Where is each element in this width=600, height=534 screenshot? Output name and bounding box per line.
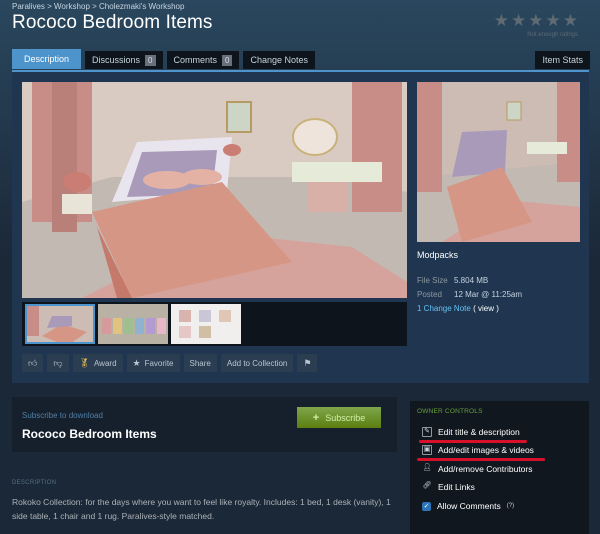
owner-controls: OWNER CONTROLS ✎ Edit title & descriptio…	[410, 401, 589, 534]
tab-discussions[interactable]: Discussions 0	[85, 51, 163, 69]
image-icon: ▣	[422, 445, 432, 455]
thumbnail[interactable]	[171, 304, 241, 344]
breadcrumb[interactable]: Paralives > Workshop > Cholezmaki's Work…	[12, 2, 184, 11]
edit-title-label: Edit title & description	[438, 427, 520, 437]
tab-label: Change Notes	[250, 55, 309, 65]
edit-icon: ✎	[422, 427, 432, 437]
change-note-link[interactable]: 1 Change Note ( view )	[417, 304, 499, 313]
favorite-button[interactable]: ★ Favorite	[126, 354, 180, 372]
red-highlight-underline	[417, 458, 545, 461]
page-title: Rococo Bedroom Items	[12, 12, 213, 33]
subscribe-button[interactable]: + Subscribe	[297, 407, 381, 428]
tab-label: Discussions	[92, 55, 141, 65]
link-icon: 🔗︎	[422, 482, 432, 489]
share-label: Share	[189, 358, 211, 368]
checkbox-checked-icon[interactable]: ✓	[422, 501, 431, 511]
plus-icon: +	[312, 411, 320, 424]
edit-images-label: Add/edit images & videos	[438, 445, 534, 455]
rating-note: Not enough ratings	[527, 32, 578, 38]
star-icon: ★	[493, 11, 509, 30]
workshop-page: Paralives > Workshop > Cholezmaki's Work…	[0, 0, 600, 534]
flag-icon: ⚑	[303, 357, 312, 368]
edit-images-link[interactable]: ▣ Add/edit images & videos	[422, 445, 534, 455]
view-link[interactable]: view	[478, 304, 494, 313]
allow-comments-label: Allow Comments	[437, 501, 501, 511]
tab-change-notes[interactable]: Change Notes	[243, 51, 316, 69]
count-badge: 0	[145, 54, 156, 66]
subscribe-button-label: Subscribe	[325, 412, 366, 423]
action-bar: 👍︎ 👎︎ 🏅︎ Award ★ Favorite Share Add to Col…	[22, 354, 318, 372]
allow-comments-toggle[interactable]: ✓ Allow Comments (?)	[422, 501, 514, 511]
add-to-collection-button[interactable]: Add to Collection	[220, 354, 294, 372]
view-close-paren: )	[496, 304, 499, 313]
red-highlight-underline	[419, 440, 527, 443]
main-preview-image[interactable]	[22, 82, 407, 298]
subscribe-label: Subscribe to download	[22, 411, 103, 420]
edit-title-link[interactable]: ✎ Edit title & description	[422, 427, 520, 437]
subscribe-title: Rococo Bedroom Items	[22, 427, 157, 441]
owner-controls-title: OWNER CONTROLS	[417, 408, 483, 415]
side-preview-image[interactable]	[417, 82, 580, 242]
posted-row: Posted 12 Mar @ 11:25am	[417, 290, 522, 299]
award-label: Award	[93, 358, 117, 368]
help-icon[interactable]: (?)	[507, 503, 514, 509]
description-heading: DESCRIPTION	[12, 480, 57, 486]
share-button[interactable]: Share	[183, 354, 217, 372]
award-button[interactable]: 🏅︎ Award	[72, 354, 123, 372]
count-badge: 0	[222, 54, 233, 66]
file-size-value: 5.804 MB	[454, 276, 489, 285]
star-icon: ★	[545, 11, 561, 30]
rating-stars: ★ ★ ★ ★ ★	[494, 12, 578, 29]
star-icon: ★	[562, 11, 578, 30]
report-button[interactable]: ⚑	[297, 354, 318, 372]
subscribe-box: Subscribe to download Rococo Bedroom Ite…	[12, 397, 397, 452]
edit-links-label: Edit Links	[438, 482, 475, 492]
posted-label: Posted	[417, 290, 442, 299]
description-body: Rokoko Collection: for the days where yo…	[12, 497, 391, 521]
thumbs-down-button[interactable]: 👎︎	[47, 354, 69, 372]
tab-label: Item Stats	[542, 55, 583, 65]
add-to-collection-label: Add to Collection	[226, 358, 288, 368]
thumbs-down-icon: 👎︎	[53, 357, 63, 368]
favorite-label: Favorite	[144, 358, 174, 368]
edit-links-link[interactable]: 🔗︎ Edit Links	[422, 482, 475, 492]
file-size-row: File Size 5.804 MB	[417, 276, 488, 285]
thumbnail-strip	[22, 302, 407, 346]
star-icon: ★	[132, 357, 141, 368]
award-icon: 🏅︎	[78, 357, 90, 368]
star-icon: ★	[528, 11, 544, 30]
tag-modpacks[interactable]: Modpacks	[417, 250, 458, 260]
posted-value: 12 Mar @ 11:25am	[454, 290, 523, 299]
contributors-label: Add/remove Contributors	[438, 464, 533, 474]
file-size-label: File Size	[417, 276, 448, 285]
view-open-paren: (	[473, 304, 476, 313]
change-note-text: 1 Change Note	[417, 304, 471, 313]
rating: ★ ★ ★ ★ ★ Not enough ratings	[494, 12, 578, 38]
thumbs-up-button[interactable]: 👍︎	[22, 354, 44, 372]
tab-comments[interactable]: Comments 0	[166, 51, 240, 69]
thumbnail[interactable]	[98, 304, 168, 344]
thumbnail[interactable]	[25, 304, 95, 344]
tab-bar: Description Discussions 0 Comments 0 Chang…	[12, 49, 316, 69]
tab-label: Comments	[173, 55, 218, 65]
tab-item-stats[interactable]: Item Stats	[535, 51, 590, 69]
star-icon: ★	[511, 11, 527, 30]
contributors-link[interactable]: 👤︎ Add/remove Contributors	[422, 464, 533, 474]
tab-description[interactable]: Description	[12, 49, 82, 69]
user-icon: 👤︎	[422, 464, 432, 471]
thumbs-up-icon: 👍︎	[28, 357, 38, 368]
tab-label: Description	[24, 54, 70, 64]
